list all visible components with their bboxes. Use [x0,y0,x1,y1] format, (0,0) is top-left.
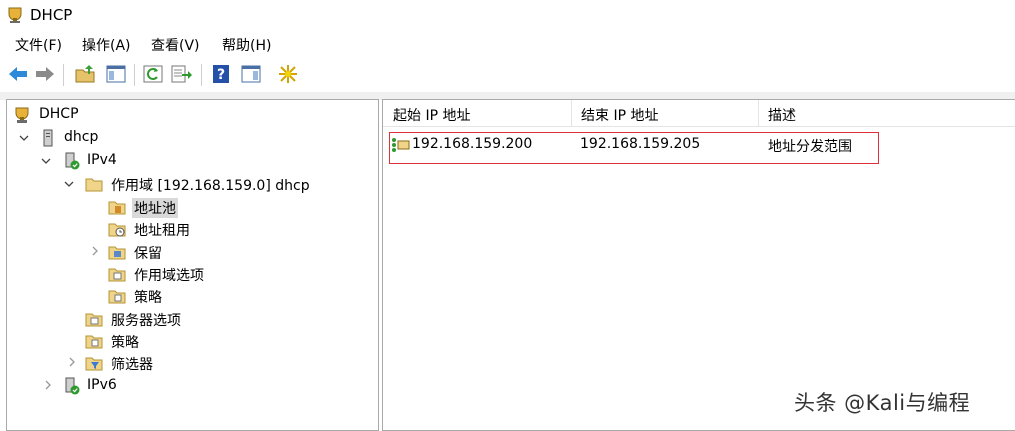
column-header-label: 描述 [768,108,796,124]
up-folder-icon[interactable] [74,63,96,85]
tree-item-address-leases[interactable]: 地址租用 [7,218,367,240]
tree-label: 地址池 [132,198,178,218]
scope-options-icon [108,268,126,282]
results-pane: 起始 IP 地址 结束 IP 地址 描述 192.168.159.200 192… [382,99,1015,431]
column-header-label: 起始 IP 地址 [393,108,471,124]
tree-label: IPv6 [87,377,117,393]
tree-item-ipv6[interactable]: IPv6 [7,375,367,397]
refresh-icon[interactable] [142,63,164,85]
policies-icon [108,290,126,304]
chevron-down-icon[interactable] [41,156,51,166]
tree-label: 策略 [111,335,139,351]
column-header-description[interactable]: 描述 [758,100,1015,127]
chevron-right-icon[interactable] [67,357,77,367]
menu-file[interactable]: 文件(F) [15,35,62,55]
new-scope-icon[interactable] [277,63,299,85]
chevron-down-icon[interactable] [19,133,29,143]
window-title: DHCP [30,6,73,24]
tree-label: 策略 [134,290,162,306]
column-header-label: 结束 IP 地址 [581,108,659,124]
address-pool-icon [108,201,126,215]
tree-item-filters[interactable]: 筛选器 [7,352,367,374]
tree-item-dhcp-root[interactable]: DHCP [7,104,367,126]
chevron-right-icon[interactable] [90,246,100,256]
server-options-icon [85,313,103,327]
show-hide-tree-icon[interactable] [105,63,127,85]
show-hide-action-pane-icon[interactable] [240,63,262,85]
console-tree: DHCP dhcp IPv4 作用域 [192.168.159.0] dhcp … [6,99,379,431]
forward-icon[interactable] [34,63,56,85]
ipv6-icon [65,377,80,395]
address-leases-icon [108,223,126,237]
policies-icon [85,335,103,349]
svg-text:?: ? [217,67,225,83]
column-header-end-ip[interactable]: 结束 IP 地址 [571,100,759,127]
tree-label: 作用域选项 [134,268,204,284]
highlight-annotation-box [389,132,879,164]
server-icon [43,129,53,147]
menu-action[interactable]: 操作(A) [82,35,131,55]
menu-bar: 文件(F) 操作(A) 查看(V) 帮助(H) [0,30,1015,58]
tree-item-address-pool[interactable]: 地址池 [7,196,367,218]
title-bar: DHCP [0,0,1015,30]
column-header-start-ip[interactable]: 起始 IP 地址 [383,100,572,127]
tree-item-ipv4[interactable]: IPv4 [7,150,367,172]
toolbar-separator [201,64,202,86]
tree-item-scope[interactable]: 作用域 [192.168.159.0] dhcp [7,173,367,195]
tree-item-server[interactable]: dhcp [7,127,367,149]
filter-icon [85,357,103,371]
tree-label: 地址租用 [134,223,190,239]
menu-help[interactable]: 帮助(H) [222,35,271,55]
tree-label: 筛选器 [111,357,153,373]
dhcp-app-icon [8,7,22,23]
toolbar-separator [134,64,135,86]
tree-item-reservations[interactable]: 保留 [7,241,367,263]
menu-view[interactable]: 查看(V) [151,35,200,55]
toolbar: ? [0,58,1015,93]
watermark: 头条 @Kali与编程 [794,391,971,415]
tree-label: DHCP [39,106,79,122]
chevron-down-icon[interactable] [64,179,74,189]
tree-label: dhcp [64,129,99,145]
help-icon[interactable]: ? [210,63,232,85]
chevron-right-icon[interactable] [43,380,53,390]
ipv4-icon [65,152,80,170]
tree-label: IPv4 [87,152,117,168]
reservations-icon [108,246,126,260]
folder-icon [85,178,103,192]
tree-item-policies[interactable]: 策略 [7,330,367,352]
tree-label: 作用域 [192.168.159.0] dhcp [111,178,310,194]
tree-item-scope-options[interactable]: 作用域选项 [7,263,367,285]
dhcp-root-icon [15,107,29,123]
back-icon[interactable] [7,63,29,85]
tree-item-server-options[interactable]: 服务器选项 [7,308,367,330]
toolbar-separator [63,64,64,86]
tree-label: 保留 [134,246,162,262]
export-list-icon[interactable] [170,63,192,85]
tree-item-scope-policies[interactable]: 策略 [7,285,367,307]
tree-label: 服务器选项 [111,313,181,329]
